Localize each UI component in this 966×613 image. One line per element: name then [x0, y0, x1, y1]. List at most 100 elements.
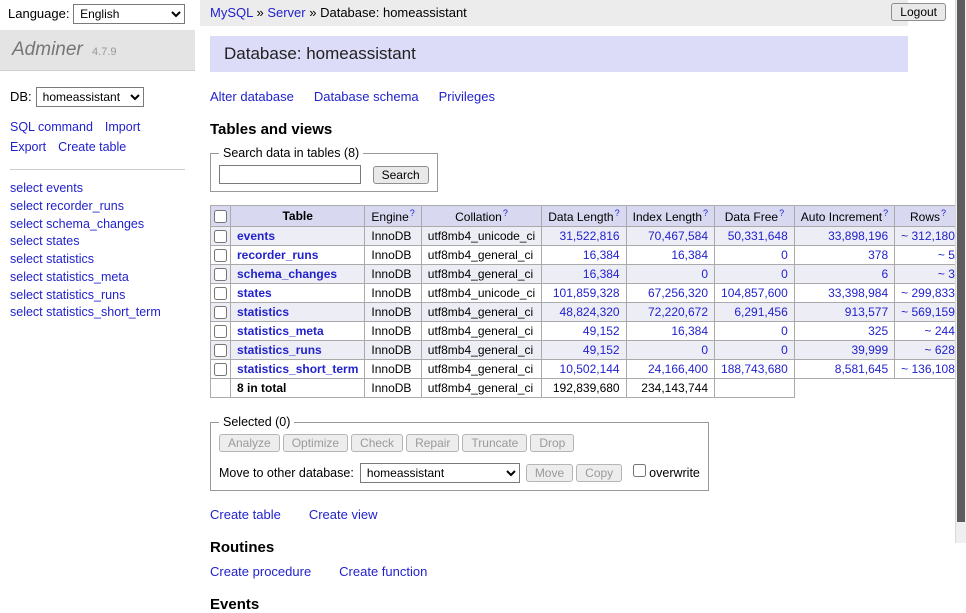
- auto-increment-link[interactable]: 6: [881, 267, 888, 281]
- breadcrumb-link[interactable]: Server: [267, 5, 305, 20]
- sidebar-table-link[interactable]: select recorder_runs: [10, 199, 124, 213]
- rows-link[interactable]: ~ 569,159: [901, 305, 955, 319]
- move-button[interactable]: Move: [526, 464, 573, 482]
- help-link[interactable]: ?: [779, 208, 784, 218]
- auto-increment-link[interactable]: 325: [868, 324, 888, 338]
- truncate-button[interactable]: Truncate: [462, 434, 527, 452]
- help-link[interactable]: ?: [503, 208, 508, 218]
- row-checkbox[interactable]: [214, 363, 227, 376]
- data-length-link[interactable]: 48,824,320: [560, 305, 620, 319]
- move-database-select[interactable]: homeassistant: [360, 463, 520, 483]
- search-input[interactable]: [219, 165, 361, 184]
- data-length-link[interactable]: 16,384: [583, 248, 620, 262]
- help-link[interactable]: ?: [941, 208, 946, 218]
- sidebar-table-link[interactable]: select statistics: [10, 252, 94, 266]
- data-free-link[interactable]: 6,291,456: [734, 305, 787, 319]
- db-select[interactable]: homeassistant: [36, 87, 144, 107]
- sidebar-link[interactable]: SQL command: [10, 120, 93, 134]
- copy-button[interactable]: Copy: [576, 464, 622, 482]
- auto-increment-link[interactable]: 8,581,645: [835, 362, 888, 376]
- overwrite-checkbox[interactable]: [633, 464, 646, 477]
- sidebar-table-link[interactable]: select events: [10, 181, 83, 195]
- data-length-link[interactable]: 10,502,144: [560, 362, 620, 376]
- rows-link[interactable]: ~ 244: [925, 324, 955, 338]
- sidebar-table-link[interactable]: select statistics_meta: [10, 270, 129, 284]
- breadcrumb-link[interactable]: MySQL: [210, 5, 253, 20]
- index-length-link[interactable]: 72,220,672: [648, 305, 708, 319]
- table-name-link[interactable]: statistics: [237, 305, 289, 319]
- data-length-link[interactable]: 49,152: [583, 343, 620, 357]
- rows-link[interactable]: ~ 312,180: [901, 229, 955, 243]
- row-checkbox[interactable]: [214, 325, 227, 338]
- sidebar-link[interactable]: Create table: [58, 140, 126, 154]
- rows-link[interactable]: ~ 136,108: [901, 362, 955, 376]
- scrollbar-thumb[interactable]: [957, 0, 965, 522]
- help-link[interactable]: ?: [410, 208, 415, 218]
- table-name-link[interactable]: states: [237, 286, 272, 300]
- sidebar-table-link[interactable]: select statistics_runs: [10, 288, 125, 302]
- help-link[interactable]: ?: [883, 208, 888, 218]
- index-length-link[interactable]: 70,467,584: [648, 229, 708, 243]
- optimize-button[interactable]: Optimize: [283, 434, 348, 452]
- create-link[interactable]: Create view: [309, 507, 378, 522]
- database-action-link[interactable]: Alter database: [210, 89, 294, 104]
- logout-button[interactable]: Logout: [891, 3, 946, 21]
- sidebar-table-link[interactable]: select statistics_short_term: [10, 305, 161, 319]
- data-free-link[interactable]: 50,331,648: [728, 229, 788, 243]
- index-length-link[interactable]: 0: [701, 267, 708, 281]
- data-length-link[interactable]: 49,152: [583, 324, 620, 338]
- data-length-link[interactable]: 31,522,816: [560, 229, 620, 243]
- row-checkbox[interactable]: [214, 230, 227, 243]
- data-free-link[interactable]: 188,743,680: [721, 362, 788, 376]
- select-all-checkbox[interactable]: [214, 210, 227, 223]
- table-name-link[interactable]: recorder_runs: [237, 248, 318, 262]
- rows-link[interactable]: ~ 3: [938, 267, 955, 281]
- rows-link[interactable]: ~ 5: [938, 248, 955, 262]
- create-link[interactable]: Create table: [210, 507, 281, 522]
- row-checkbox[interactable]: [214, 344, 227, 357]
- data-length-link[interactable]: 16,384: [583, 267, 620, 281]
- index-length-link[interactable]: 16,384: [671, 324, 708, 338]
- row-checkbox[interactable]: [214, 249, 227, 262]
- rows-link[interactable]: ~ 628: [925, 343, 955, 357]
- sidebar-table-link[interactable]: select schema_changes: [10, 217, 144, 231]
- auto-increment-link[interactable]: 39,999: [851, 343, 888, 357]
- check-button[interactable]: Check: [351, 434, 403, 452]
- table-name-link[interactable]: schema_changes: [237, 267, 337, 281]
- auto-increment-link[interactable]: 913,577: [845, 305, 888, 319]
- vertical-scrollbar[interactable]: [955, 0, 966, 543]
- table-name-link[interactable]: events: [237, 229, 275, 243]
- data-free-link[interactable]: 0: [781, 324, 788, 338]
- data-length-link[interactable]: 101,859,328: [553, 286, 620, 300]
- auto-increment-link[interactable]: 378: [868, 248, 888, 262]
- table-name-link[interactable]: statistics_runs: [237, 343, 322, 357]
- row-checkbox[interactable]: [214, 287, 227, 300]
- rows-link[interactable]: ~ 299,833: [901, 286, 955, 300]
- database-action-link[interactable]: Privileges: [439, 89, 495, 104]
- sidebar-link[interactable]: Import: [105, 120, 140, 134]
- routine-create-link[interactable]: Create function: [339, 564, 427, 579]
- sidebar-link[interactable]: Export: [10, 140, 46, 154]
- help-link[interactable]: ?: [703, 208, 708, 218]
- auto-increment-link[interactable]: 33,398,984: [828, 286, 888, 300]
- data-free-link[interactable]: 0: [781, 267, 788, 281]
- index-length-link[interactable]: 16,384: [671, 248, 708, 262]
- search-button[interactable]: Search: [373, 166, 429, 184]
- auto-increment-link[interactable]: 33,898,196: [828, 229, 888, 243]
- data-free-link[interactable]: 0: [781, 343, 788, 357]
- row-checkbox[interactable]: [214, 268, 227, 281]
- analyze-button[interactable]: Analyze: [219, 434, 280, 452]
- repair-button[interactable]: Repair: [406, 434, 459, 452]
- index-length-link[interactable]: 24,166,400: [648, 362, 708, 376]
- sidebar-table-link[interactable]: select states: [10, 234, 79, 248]
- drop-button[interactable]: Drop: [530, 434, 574, 452]
- table-name-link[interactable]: statistics_short_term: [237, 362, 358, 376]
- routine-create-link[interactable]: Create procedure: [210, 564, 311, 579]
- database-action-link[interactable]: Database schema: [314, 89, 419, 104]
- index-length-link[interactable]: 0: [701, 343, 708, 357]
- data-free-link[interactable]: 0: [781, 248, 788, 262]
- overwrite-option[interactable]: overwrite: [629, 466, 700, 480]
- help-link[interactable]: ?: [615, 208, 620, 218]
- table-name-link[interactable]: statistics_meta: [237, 324, 324, 338]
- index-length-link[interactable]: 67,256,320: [648, 286, 708, 300]
